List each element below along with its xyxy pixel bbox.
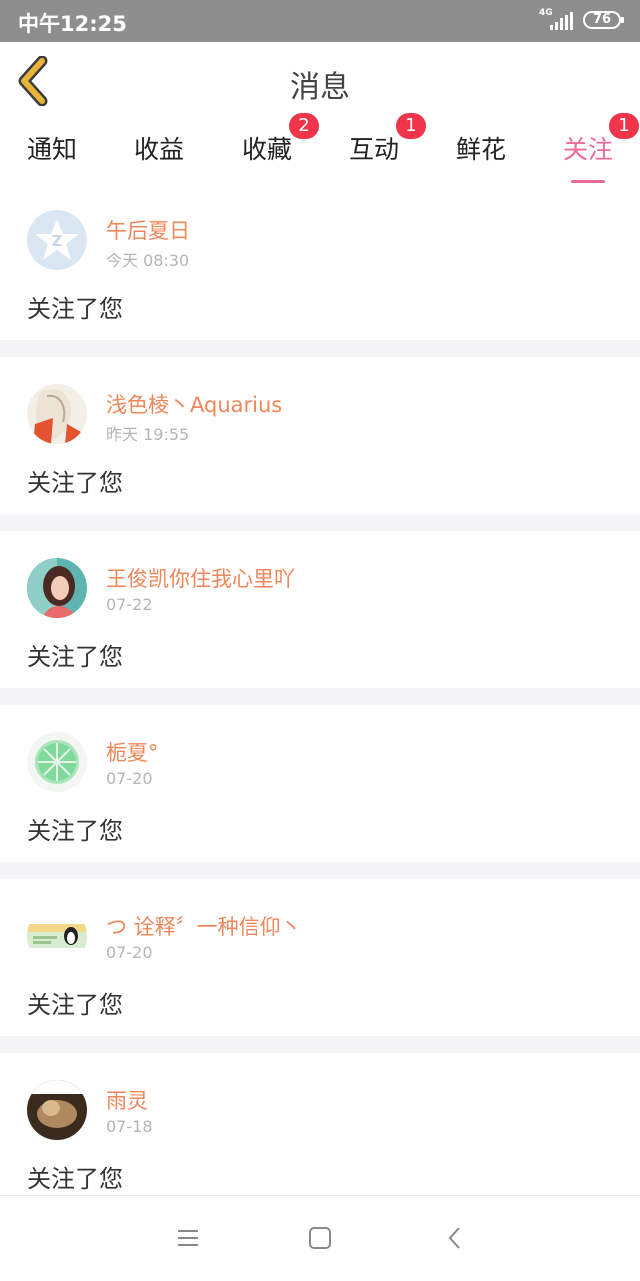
illustrated-girl-avatar-image xyxy=(27,384,87,444)
header: 消息 xyxy=(0,42,640,121)
tab-badge-interactions: 1 xyxy=(396,113,426,139)
list-item[interactable]: 雨灵 07-18 关注了您 xyxy=(0,1053,640,1210)
message-text: 关注了您 xyxy=(27,469,123,497)
message-text: 关注了您 xyxy=(27,295,123,323)
nav-back-button[interactable] xyxy=(440,1223,470,1253)
message-text: 关注了您 xyxy=(27,817,123,845)
user-name[interactable]: 王俊凯你住我心里吖 xyxy=(106,563,295,593)
divider xyxy=(0,514,640,531)
tab-label: 鲜花 xyxy=(456,135,507,164)
timestamp: 07-22 xyxy=(106,595,153,614)
svg-text:Z: Z xyxy=(52,232,63,250)
qzone-star-icon: Z xyxy=(27,210,87,270)
tab-following[interactable]: 关注 xyxy=(563,130,614,184)
list-item[interactable]: 栀夏° 07-20 关注了您 xyxy=(0,705,640,862)
page-title: 消息 xyxy=(290,70,350,105)
back-chevron-icon xyxy=(448,1227,460,1249)
home-square-icon xyxy=(309,1227,331,1249)
menu-icon xyxy=(178,1230,198,1246)
message-text: 关注了您 xyxy=(27,991,123,1019)
timestamp: 07-20 xyxy=(106,943,153,962)
home-button[interactable] xyxy=(305,1223,335,1253)
tab-label: 收藏 xyxy=(242,135,293,164)
list-item[interactable]: Z 午后夏日 今天 08:30 关注了您 xyxy=(0,183,640,340)
user-name[interactable]: つ 诠释〞一种信仰丶 xyxy=(106,911,302,941)
battery-icon: 76 xyxy=(583,11,624,29)
message-text: 关注了您 xyxy=(27,643,123,671)
status-time: 中午12:25 xyxy=(18,12,127,36)
timestamp: 07-20 xyxy=(106,769,153,788)
sepia-photo-avatar-image xyxy=(27,1080,87,1140)
signal-icon xyxy=(550,12,573,30)
system-nav-bar xyxy=(0,1195,640,1281)
timestamp: 今天 08:30 xyxy=(106,251,190,270)
menu-button[interactable] xyxy=(173,1223,203,1253)
user-name[interactable]: 雨灵 xyxy=(106,1085,148,1115)
divider xyxy=(0,688,640,705)
message-text: 关注了您 xyxy=(27,1165,123,1193)
user-name[interactable]: 午后夏日 xyxy=(106,215,190,245)
tab-interactions[interactable]: 互动 xyxy=(349,130,399,180)
portrait-photo-avatar-image xyxy=(27,558,87,618)
status-bar: 中午12:25 4G 76 xyxy=(0,0,640,42)
tab-label: 通知 xyxy=(27,135,78,164)
tab-bar: 通知 收益 收藏 2 互动 1 鲜花 关注 1 xyxy=(0,113,640,184)
avatar[interactable] xyxy=(27,558,87,618)
tab-favorites[interactable]: 收藏 xyxy=(242,130,292,180)
avatar[interactable] xyxy=(27,1080,87,1140)
lime-slice-icon xyxy=(27,732,87,792)
tab-label: 关注 xyxy=(563,135,614,164)
divider xyxy=(0,340,640,357)
user-name[interactable]: 栀夏° xyxy=(106,737,159,767)
tab-badge-following: 1 xyxy=(609,113,639,139)
qq-penguin-banner-avatar-image xyxy=(27,906,87,966)
tab-notifications[interactable]: 通知 xyxy=(27,130,77,180)
tab-badge-favorites: 2 xyxy=(289,113,319,139)
divider xyxy=(0,862,640,879)
tab-label: 收益 xyxy=(134,135,185,164)
list-item[interactable]: 王俊凯你住我心里吖 07-22 关注了您 xyxy=(0,531,640,688)
message-list: Z 午后夏日 今天 08:30 关注了您 浅色棱丶Aquarius 昨天 19:… xyxy=(0,183,640,1210)
timestamp: 07-18 xyxy=(106,1117,153,1136)
avatar[interactable] xyxy=(27,384,87,444)
user-name[interactable]: 浅色棱丶Aquarius xyxy=(106,389,282,419)
avatar[interactable] xyxy=(27,732,87,792)
tab-flowers[interactable]: 鲜花 xyxy=(456,130,506,180)
list-item[interactable]: 浅色棱丶Aquarius 昨天 19:55 关注了您 xyxy=(0,357,640,514)
list-item[interactable]: つ 诠释〞一种信仰丶 07-20 关注了您 xyxy=(0,879,640,1036)
divider xyxy=(0,1036,640,1053)
avatar[interactable]: Z xyxy=(27,210,87,270)
tab-earnings[interactable]: 收益 xyxy=(134,130,184,180)
avatar[interactable] xyxy=(27,906,87,966)
tab-label: 互动 xyxy=(349,135,400,164)
timestamp: 昨天 19:55 xyxy=(106,425,190,444)
